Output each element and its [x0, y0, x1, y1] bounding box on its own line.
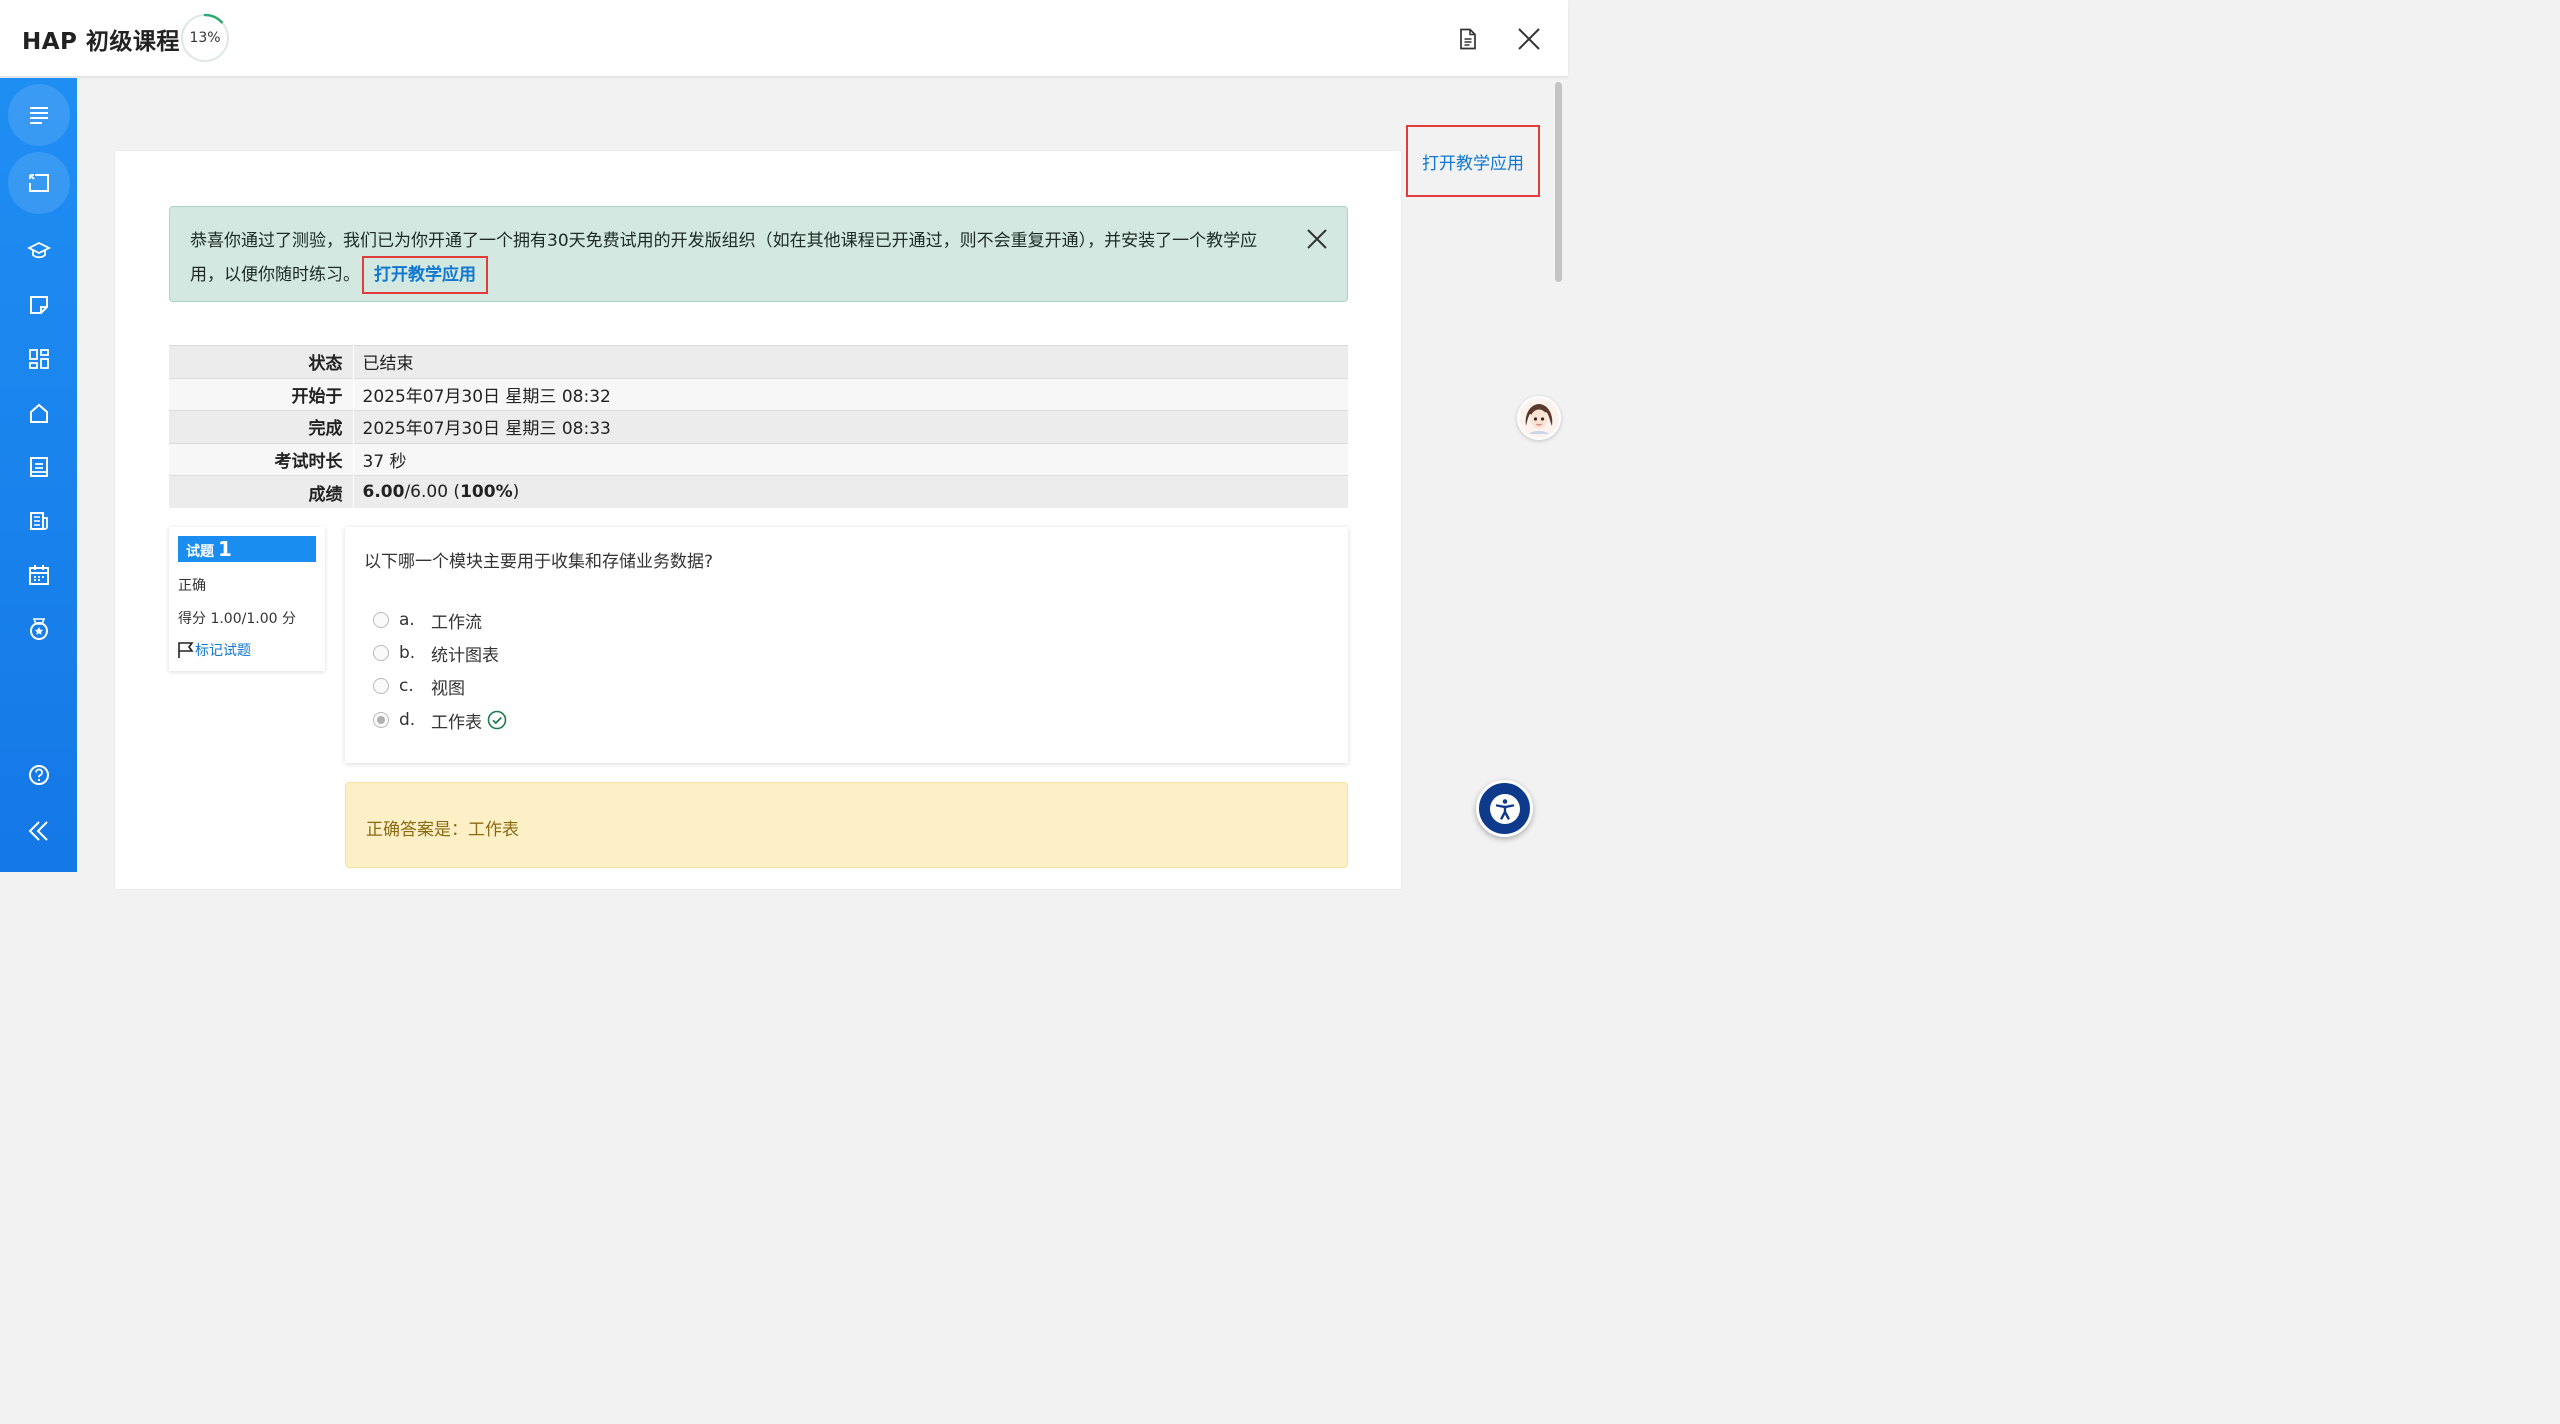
radio-button-selected[interactable] [373, 712, 389, 728]
correct-answer-box: 正确答案是：工作表 [345, 782, 1348, 868]
open-teaching-app-side-link[interactable]: 打开教学应用 [1422, 149, 1524, 174]
radio-button[interactable] [373, 645, 389, 661]
option-letter: d. [399, 710, 416, 730]
avatar-icon [1519, 398, 1559, 438]
accessibility-icon [1489, 793, 1520, 824]
summary-value: 37 秒 [352, 443, 1348, 476]
summary-key: 开始于 [169, 378, 353, 411]
correct-answer-text: 正确答案是：工作表 [366, 820, 519, 840]
option-text: 统计图表 [431, 645, 499, 666]
list-icon [30, 107, 48, 124]
grade-total: /6.00 ( [404, 482, 461, 502]
document-icon[interactable] [1451, 22, 1485, 56]
grade-percent: 100% [460, 482, 513, 502]
course-title: HAP 初级课程 [22, 29, 180, 55]
sidebar-item-dashboard[interactable] [8, 328, 70, 390]
question-info-panel: 试题 1 正确 得分 1.00/1.00 分 标记试题 [169, 527, 325, 671]
assistant-avatar[interactable] [1517, 396, 1561, 440]
question-score: 得分 1.00/1.00 分 [178, 611, 296, 627]
summary-row: 考试时长 37 秒 [169, 443, 1348, 476]
summary-row-grade: 成绩 6.00/6.00 (100%) [169, 475, 1348, 508]
medal-icon [30, 618, 48, 640]
home-icon [30, 403, 48, 423]
radio-button[interactable] [373, 678, 389, 694]
collapse-icon [28, 821, 48, 841]
summary-row: 开始于 2025年07月30日 星期三 08:32 [169, 378, 1348, 411]
summary-value: 2025年07月30日 星期三 08:33 [352, 410, 1348, 443]
grade-close: ) [512, 482, 520, 502]
sidebar-item-home[interactable] [8, 382, 70, 444]
alert-message: 恭喜你通过了测验，我们已为你开通了一个拥有30天免费试用的开发版组织（如在其他课… [190, 231, 1258, 285]
sidebar-item-exit[interactable] [8, 152, 70, 214]
page-scrollbar[interactable] [1552, 80, 1564, 872]
top-bar: HAP 初级课程 13% [0, 0, 1568, 77]
success-alert: 恭喜你通过了测验，我们已为你开通了一个拥有30天免费试用的开发版组织（如在其他课… [169, 206, 1348, 302]
sidebar-item-calendar[interactable] [8, 544, 70, 606]
grid-icon [29, 349, 49, 369]
progress-percent: 13% [189, 30, 221, 46]
scrollbar-thumb[interactable] [1555, 82, 1562, 282]
sidebar-item-help[interactable] [8, 744, 70, 806]
option-letter: b. [399, 643, 416, 663]
option-text: 工作流 [431, 612, 482, 633]
close-icon[interactable] [1512, 22, 1546, 56]
summary-key: 状态 [169, 345, 353, 378]
summary-key: 考试时长 [169, 443, 353, 476]
correct-check-icon [487, 710, 507, 730]
sidebar [0, 78, 77, 872]
right-link-highlight: 打开教学应用 [1406, 125, 1540, 197]
summary-key: 成绩 [169, 475, 353, 508]
sidebar-item-badges[interactable] [8, 598, 70, 660]
book-icon [30, 457, 48, 477]
question-number: 1 [218, 537, 232, 561]
help-icon [29, 765, 49, 785]
summary-value: 2025年07月30日 星期三 08:32 [352, 378, 1348, 411]
open-teaching-app-link[interactable]: 打开教学应用 [362, 256, 488, 294]
graduation-cap-icon [27, 241, 51, 259]
attempt-summary-table: 状态 已结束 开始于 2025年07月30日 星期三 08:32 完成 2025… [169, 345, 1348, 508]
summary-row: 状态 已结束 [169, 345, 1348, 378]
question-number-badge: 试题 1 [178, 536, 316, 562]
option-letter: c. [399, 676, 414, 696]
option-a[interactable]: a. 工作流 [373, 607, 482, 633]
news-icon [30, 512, 48, 530]
flag-question-link[interactable]: 标记试题 [177, 640, 251, 660]
note-icon [30, 296, 48, 314]
summary-value: 6.00/6.00 (100%) [352, 475, 1348, 508]
option-c[interactable]: c. 视图 [373, 673, 465, 699]
sidebar-item-course[interactable] [8, 220, 70, 282]
sidebar-item-toc[interactable] [8, 84, 70, 146]
summary-key: 完成 [169, 410, 353, 443]
sidebar-item-collapse[interactable] [8, 800, 70, 862]
option-text: 视图 [431, 678, 465, 699]
sidebar-item-news[interactable] [8, 490, 70, 552]
question-text: 以下哪一个模块主要用于收集和存储业务数据? [364, 552, 714, 572]
summary-value: 已结束 [352, 345, 1348, 378]
flag-icon [178, 642, 194, 658]
sidebar-item-book[interactable] [8, 436, 70, 498]
flag-question-label: 标记试题 [195, 643, 251, 659]
option-letter: a. [399, 610, 415, 630]
option-d[interactable]: d. 工作表 [373, 707, 507, 733]
question-label: 试题 [186, 544, 214, 560]
sidebar-item-notes[interactable] [8, 274, 70, 336]
summary-row: 完成 2025年07月30日 星期三 08:33 [169, 410, 1348, 443]
alert-close-icon[interactable] [1305, 227, 1329, 251]
calendar-icon [29, 565, 49, 585]
question-panel: 以下哪一个模块主要用于收集和存储业务数据? a. 工作流 b. 统计图表 c. … [345, 527, 1348, 763]
question-status: 正确 [178, 578, 206, 594]
option-b[interactable]: b. 统计图表 [373, 640, 499, 666]
accessibility-button[interactable] [1476, 780, 1533, 837]
exit-icon [29, 174, 49, 192]
grade-score: 6.00 [362, 482, 405, 502]
radio-button[interactable] [373, 612, 389, 628]
option-text: 工作表 [431, 712, 482, 733]
